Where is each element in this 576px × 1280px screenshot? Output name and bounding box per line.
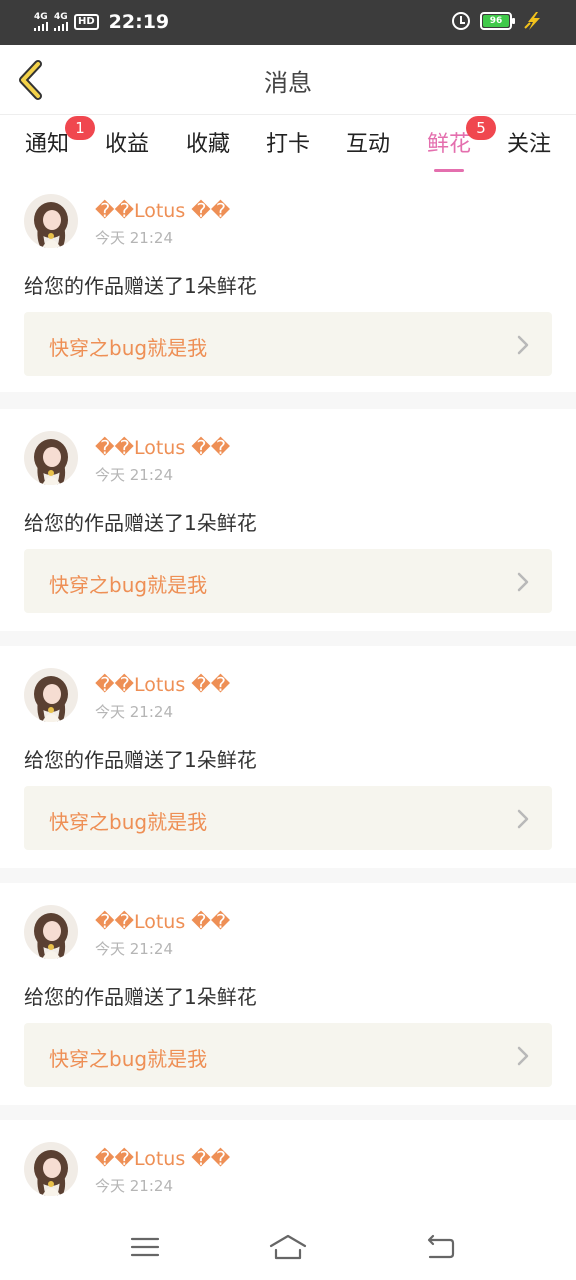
chevron-right-icon [517, 809, 529, 829]
list-item: ��Lotus �� 今天 21:24 给您的作品赠送了1朵鲜花 快穿之bug就… [0, 172, 576, 392]
message-time: 今天 21:24 [95, 229, 173, 247]
chevron-right-icon [517, 335, 529, 355]
list-item: ��Lotus �� 今天 21:24 给您的作品赠送了1朵鲜花 快穿之bug就… [0, 883, 576, 1105]
tab-follows[interactable]: 关注 [507, 126, 551, 158]
work-title: 快穿之bug就是我 [49, 336, 208, 360]
flowers-badge: 5 [465, 116, 496, 140]
avatar[interactable] [24, 905, 78, 959]
home-icon[interactable] [268, 1230, 308, 1264]
message-time: 今天 21:24 [95, 703, 173, 721]
message-text: 给您的作品赠送了1朵鲜花 [24, 274, 257, 298]
battery-icon: 96 [480, 12, 515, 30]
tab-label: 收藏 [185, 132, 231, 157]
tab-label: 互动 [345, 132, 391, 157]
hd-icon: HD [74, 14, 99, 30]
list-item: ��Lotus �� 今天 21:24 [0, 1120, 576, 1210]
avatar[interactable] [24, 431, 78, 485]
signal-icon: 4G [54, 13, 68, 31]
status-time: 22:19 [108, 11, 170, 33]
sender-name: ��Lotus �� [95, 437, 231, 459]
message-category-tabs: 通知 1 收益 收藏 打卡 互动 鲜花 5 关注 [0, 116, 576, 172]
work-title: 快穿之bug就是我 [49, 573, 208, 597]
work-link[interactable]: 快穿之bug就是我 [24, 549, 552, 613]
network-type-1: 4G [34, 12, 48, 22]
chevron-right-icon [517, 572, 529, 592]
avatar[interactable] [24, 194, 78, 248]
message-time: 今天 21:24 [95, 466, 173, 484]
tab-favorites[interactable]: 收藏 [186, 126, 230, 158]
tab-label: 鲜花 [426, 132, 472, 157]
notification-badge: 1 [64, 116, 95, 140]
back-icon[interactable] [420, 1230, 460, 1264]
work-link[interactable]: 快穿之bug就是我 [24, 786, 552, 850]
signal-icon: 4G [34, 13, 48, 31]
battery-level: 96 [483, 15, 509, 27]
tab-flowers[interactable]: 鲜花 5 [426, 116, 496, 172]
status-bar: 4G 4G HD 22:19 96 [0, 0, 576, 45]
message-list[interactable]: ��Lotus �� 今天 21:24 给您的作品赠送了1朵鲜花 快穿之bug就… [0, 172, 576, 1210]
tab-checkin[interactable]: 打卡 [266, 126, 310, 158]
sender-name: ��Lotus �� [95, 1148, 231, 1170]
tab-label: 通知 [24, 132, 70, 157]
message-time: 今天 21:24 [95, 940, 173, 958]
avatar[interactable] [24, 668, 78, 722]
work-title: 快穿之bug就是我 [49, 810, 208, 834]
work-title: 快穿之bug就是我 [49, 1047, 208, 1071]
tab-label: 关注 [506, 132, 552, 157]
system-navigation-bar [0, 1210, 576, 1280]
sender-name: ��Lotus �� [95, 911, 231, 933]
alarm-icon [452, 12, 470, 30]
message-text: 给您的作品赠送了1朵鲜花 [24, 985, 257, 1009]
message-time: 今天 21:24 [95, 1177, 173, 1195]
chevron-right-icon [517, 1046, 529, 1066]
network-type-2: 4G [54, 12, 68, 22]
list-item: ��Lotus �� 今天 21:24 给您的作品赠送了1朵鲜花 快穿之bug就… [0, 409, 576, 631]
tab-earnings[interactable]: 收益 [105, 126, 149, 158]
sender-name: ��Lotus �� [95, 200, 231, 222]
list-item: ��Lotus �� 今天 21:24 给您的作品赠送了1朵鲜花 快穿之bug就… [0, 646, 576, 868]
work-link[interactable]: 快穿之bug就是我 [24, 312, 552, 376]
tab-label: 打卡 [265, 132, 311, 157]
tab-interactions[interactable]: 互动 [346, 126, 390, 158]
tab-notifications[interactable]: 通知 1 [24, 116, 95, 158]
menu-icon[interactable] [125, 1230, 165, 1264]
tab-label: 收益 [104, 132, 150, 157]
avatar[interactable] [24, 1142, 78, 1196]
message-text: 给您的作品赠送了1朵鲜花 [24, 511, 257, 535]
sender-name: ��Lotus �� [95, 674, 231, 696]
top-app-bar: 消息 [0, 45, 576, 115]
charging-bolt-icon [524, 12, 540, 30]
message-text: 给您的作品赠送了1朵鲜花 [24, 748, 257, 772]
page-title: 消息 [264, 69, 312, 97]
work-link[interactable]: 快穿之bug就是我 [24, 1023, 552, 1087]
